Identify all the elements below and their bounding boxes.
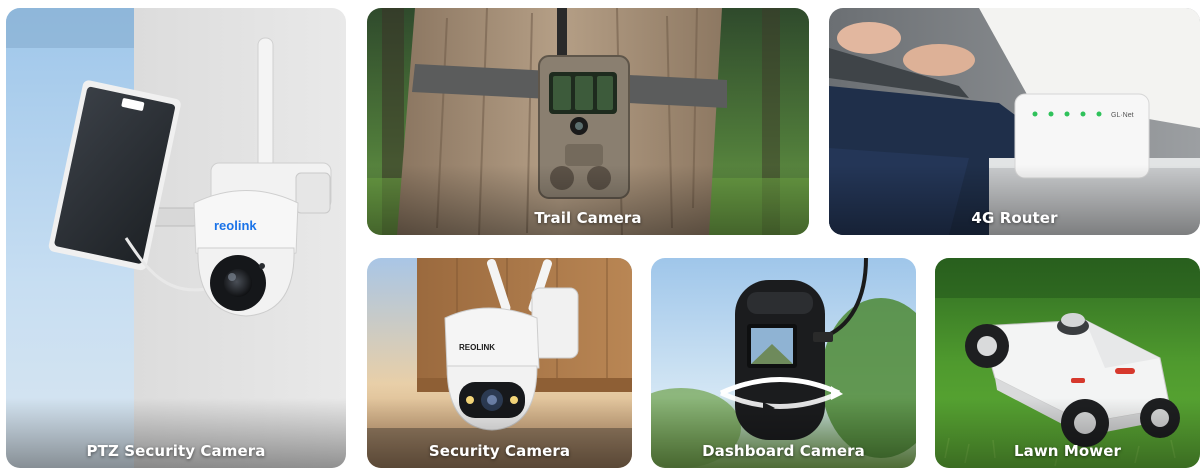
- category-card-ptz-security-camera[interactable]: reolink PTZ Security Camera: [6, 8, 346, 468]
- category-label: PTZ Security Camera: [86, 442, 266, 460]
- category-card-4g-router[interactable]: GL·Net 4G Router: [829, 8, 1200, 235]
- category-label: 4G Router: [971, 209, 1058, 227]
- router-brand-mark: GL·Net: [1111, 112, 1134, 119]
- category-label: Dashboard Camera: [702, 442, 865, 460]
- category-card-dashboard-camera[interactable]: Dashboard Camera: [651, 258, 916, 468]
- category-card-lawn-mower[interactable]: Lawn Mower: [935, 258, 1200, 468]
- category-label: Lawn Mower: [1013, 442, 1122, 460]
- reolink-brand-mark: REOLINK: [459, 343, 495, 352]
- category-card-security-camera[interactable]: REOLINK Security Camera: [367, 258, 632, 468]
- reolink-brand-mark: reolink: [214, 218, 257, 233]
- category-label: Security Camera: [428, 442, 571, 460]
- category-label: Trail Camera: [534, 209, 642, 227]
- category-card-trail-camera[interactable]: Trail Camera: [367, 8, 809, 235]
